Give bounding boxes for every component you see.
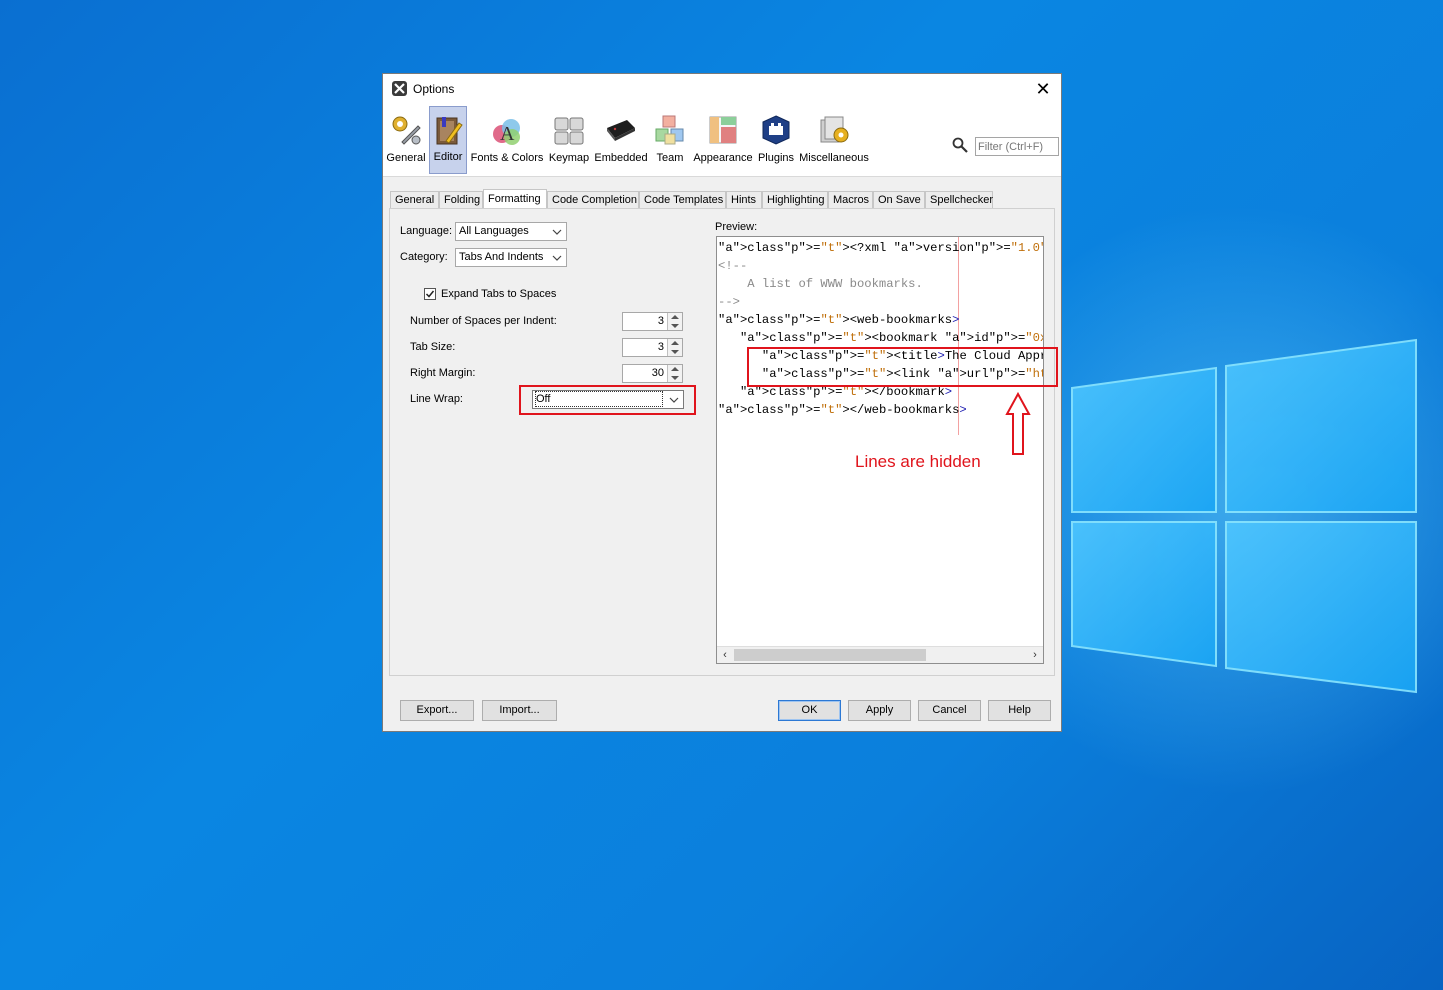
tab-highlighting[interactable]: Highlighting: [762, 191, 828, 208]
toolbar-item-editor[interactable]: Editor: [429, 106, 467, 174]
scroll-right-arrow-icon[interactable]: ›: [1029, 649, 1041, 661]
preview-code-line: "a">class"p">="t"><?xml "a">version"p">=…: [718, 241, 1044, 255]
checkmark-icon: [425, 290, 435, 298]
preview-code: "a">class"p">="t"><?xml "a">version"p">=…: [718, 239, 1044, 419]
right-margin-spinner[interactable]: 30: [622, 364, 683, 383]
expand-tabs-checkbox[interactable]: [424, 288, 436, 300]
toolbar-label: Fonts & Colors: [470, 152, 544, 164]
plugins-icon: [762, 115, 790, 145]
toolbar-label: General: [386, 152, 426, 164]
toolbar-item-embedded[interactable]: Embedded: [594, 106, 648, 174]
preview-label: Preview:: [715, 221, 758, 233]
toolbar-item-team[interactable]: Team: [651, 106, 689, 174]
right-margin-label: Right Margin:: [410, 367, 476, 379]
team-icon: [655, 115, 684, 145]
toolbar-item-appearance[interactable]: Appearance: [692, 106, 754, 174]
preview-code-line: "a">class"p">="t"></web-bookmarks>: [718, 403, 967, 417]
tab-formatting[interactable]: Formatting: [483, 189, 547, 209]
preview-code-line: A list of WWW bookmarks.: [718, 277, 923, 291]
windows-logo: [1071, 338, 1417, 694]
netbeans-app-icon: [392, 81, 407, 96]
spaces-per-indent-value: 3: [657, 315, 664, 327]
language-select[interactable]: All Languages: [455, 222, 567, 241]
svg-text:A: A: [500, 123, 515, 145]
keymap-icon: [554, 117, 584, 145]
appearance-icon: [709, 116, 737, 144]
toolbar-label: Editor: [433, 151, 463, 163]
toolbar-label: Miscellaneous: [799, 152, 869, 164]
preview-code-line: "a">class"p">="t"><bookmark "a">id"p">="…: [739, 331, 1043, 345]
preview-code-line: <!--: [718, 259, 748, 273]
tab-hints[interactable]: Hints: [726, 191, 762, 208]
toolbar-item-keymap[interactable]: Keymap: [547, 106, 591, 174]
toolbar-item-general[interactable]: General: [386, 106, 426, 174]
category-value: Tabs And Indents: [459, 251, 544, 263]
language-value: All Languages: [459, 225, 529, 237]
toolbar-label: Keymap: [548, 152, 590, 164]
toolbar-item-fonts-colors[interactable]: A Fonts & Colors: [470, 106, 544, 174]
tab-general[interactable]: General: [390, 191, 439, 208]
toolbar-label: Team: [656, 152, 684, 164]
toolbar-item-miscellaneous[interactable]: Miscellaneous: [798, 106, 870, 174]
miscellaneous-icon: [820, 116, 849, 143]
chevron-down-icon: [552, 255, 562, 261]
title-bar[interactable]: Options ✕: [383, 74, 1061, 104]
scroll-left-arrow-icon[interactable]: ‹: [719, 649, 731, 661]
preview-code-line: "a">class"p">="t"><web-bookmarks>: [718, 313, 960, 327]
chip-icon: [607, 120, 635, 141]
chevron-down-icon: [552, 229, 562, 235]
help-button[interactable]: Help: [988, 700, 1051, 721]
tab-size-spinner[interactable]: 3: [622, 338, 683, 357]
spaces-per-indent-label: Number of Spaces per Indent:: [410, 315, 557, 327]
ok-button[interactable]: OK: [778, 700, 841, 721]
tab-on-save[interactable]: On Save: [873, 191, 925, 208]
horizontal-scrollbar[interactable]: ‹ ›: [717, 646, 1043, 663]
tab-macros[interactable]: Macros: [828, 191, 873, 208]
options-dialog: Options ✕ General Editor A Fonts & Color…: [382, 73, 1062, 732]
tab-code-completion[interactable]: Code Completion: [547, 191, 639, 208]
scrollbar-thumb[interactable]: [734, 649, 926, 661]
wrench-gear-icon: [392, 116, 421, 145]
preview-pane[interactable]: "a">class"p">="t"><?xml "a">version"p">=…: [716, 236, 1044, 664]
spinner-buttons[interactable]: [667, 339, 682, 356]
line-wrap-label: Line Wrap:: [410, 393, 463, 405]
import-button[interactable]: Import...: [482, 700, 557, 721]
category-toolbar: General Editor A Fonts & Colors Keymap E…: [383, 104, 1061, 177]
toolbar-label: Appearance: [693, 152, 753, 164]
spaces-per-indent-spinner[interactable]: 3: [622, 312, 683, 331]
filter-input[interactable]: [975, 137, 1059, 156]
category-select[interactable]: Tabs And Indents: [455, 248, 567, 267]
apply-button[interactable]: Apply: [848, 700, 911, 721]
toolbar-item-plugins[interactable]: Plugins: [757, 106, 795, 174]
export-button[interactable]: Export...: [400, 700, 474, 721]
toolbar-label: Plugins: [757, 152, 795, 164]
right-margin-value: 30: [651, 367, 664, 379]
tab-code-templates[interactable]: Code Templates: [639, 191, 726, 208]
category-label: Category:: [400, 251, 448, 263]
dialog-title: Options: [413, 82, 455, 96]
tab-spellchecker[interactable]: Spellchecker: [925, 191, 993, 208]
editor-icon: [436, 117, 463, 145]
annotation-text: Lines are hidden: [855, 452, 981, 471]
line-wrap-highlight-box: [519, 385, 696, 415]
close-button[interactable]: ✕: [1031, 78, 1055, 100]
spinner-buttons[interactable]: [667, 365, 682, 382]
tab-folding[interactable]: Folding: [439, 191, 483, 208]
tab-size-value: 3: [657, 341, 664, 353]
preview-code-line: -->: [718, 295, 740, 309]
hidden-lines-highlight-box: [747, 347, 1058, 387]
search-icon: [952, 137, 968, 153]
toolbar-label: Embedded: [594, 152, 648, 164]
up-arrow-annotation-icon: [1005, 392, 1031, 455]
cancel-button[interactable]: Cancel: [918, 700, 981, 721]
language-label: Language:: [400, 225, 452, 237]
spinner-buttons[interactable]: [667, 313, 682, 330]
tab-size-label: Tab Size:: [410, 341, 456, 353]
expand-tabs-label: Expand Tabs to Spaces: [441, 288, 557, 300]
fonts-colors-icon: A: [493, 119, 520, 145]
